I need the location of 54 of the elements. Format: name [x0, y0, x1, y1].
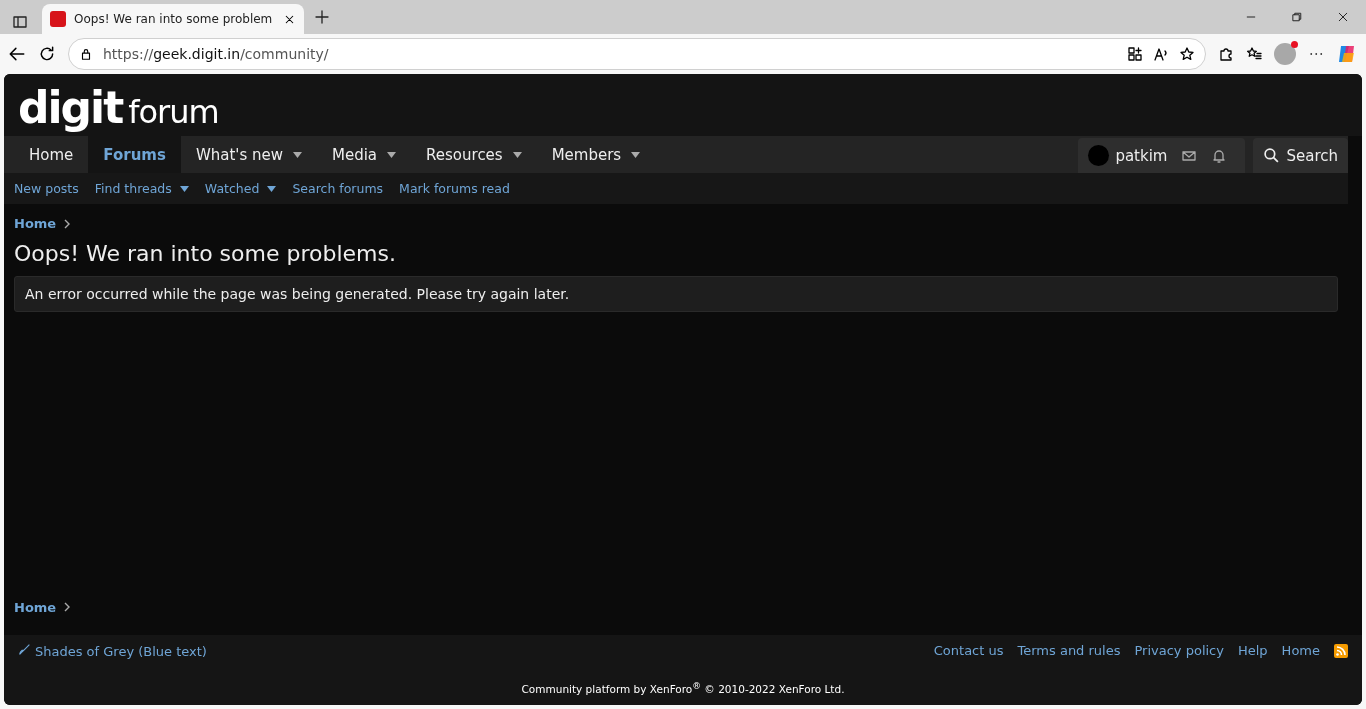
notification-dot	[1291, 41, 1298, 48]
nav-tab[interactable]: Resources	[411, 136, 537, 173]
nav-tab[interactable]: Media	[317, 136, 412, 173]
url-text: https://geek.digit.in/community/	[103, 46, 330, 62]
caret-icon[interactable]	[293, 151, 302, 158]
caret-icon[interactable]	[267, 185, 277, 192]
caret-icon[interactable]	[387, 151, 397, 158]
footer-link[interactable]: Terms and rules	[1017, 643, 1121, 658]
puzzle-icon[interactable]	[1218, 46, 1234, 62]
footer-link[interactable]: Home	[1281, 643, 1320, 658]
caret-icon[interactable]	[512, 151, 522, 158]
sidebar-icon[interactable]	[12, 14, 28, 30]
breadcrumb-link[interactable]: Home	[14, 216, 1338, 231]
subnav-link[interactable]: Search forums	[292, 181, 384, 196]
footer-link[interactable]: Privacy policy	[1134, 643, 1224, 658]
search-button[interactable]: Search	[1253, 138, 1348, 173]
favorites-icon[interactable]	[1246, 46, 1262, 62]
nav-tab[interactable]: Members	[536, 136, 656, 173]
nav-tab[interactable]: Forums	[88, 136, 181, 173]
new-tab-icon[interactable]	[314, 9, 330, 25]
subnav-link[interactable]: Watched	[204, 181, 277, 196]
read-aloud-icon[interactable]	[1153, 46, 1169, 62]
caret-icon[interactable]	[631, 151, 641, 158]
site-logo[interactable]: digitforum	[18, 88, 219, 136]
style-chooser-link[interactable]: Shades of Grey (Blue text)	[18, 642, 207, 659]
lock-icon[interactable]	[79, 47, 93, 61]
footer-link[interactable]: Help	[1237, 643, 1268, 658]
brush-icon	[18, 642, 31, 656]
star-icon[interactable]	[1179, 46, 1195, 62]
nav-tab[interactable]: Home	[14, 136, 89, 173]
profile-avatar[interactable]	[1274, 43, 1296, 65]
error-message: An error occurred while the page was being generated. Please try again later.	[14, 276, 1338, 312]
page-title: Oops! We ran into some problems.	[14, 241, 397, 266]
footer-link[interactable]: Contact us	[933, 643, 1004, 658]
site-favicon	[50, 11, 66, 27]
search-icon[interactable]	[1263, 147, 1281, 164]
chevron-icon	[64, 602, 72, 612]
browser-tab[interactable]: Oops! We ran into some problem	[42, 4, 304, 34]
nav-tab[interactable]: What's new	[180, 136, 317, 173]
subnav-link[interactable]: New posts	[14, 181, 79, 196]
tab-title: Oops! We ran into some problem	[74, 12, 274, 26]
chevron-icon	[64, 218, 72, 229]
back-icon[interactable]	[8, 45, 26, 63]
app-icon[interactable]	[1127, 46, 1143, 62]
restore-icon[interactable]	[1291, 11, 1303, 23]
caret-icon[interactable]	[179, 185, 189, 192]
subnav-link[interactable]: Find threads	[94, 181, 189, 196]
subnav-link[interactable]: Mark forums read	[399, 181, 510, 196]
copyright-text: Community platform by XenForo$^{®}$ © 2010-2022 XenForo Ltd.	[520, 680, 846, 695]
reload-icon[interactable]	[38, 45, 56, 63]
rss-icon[interactable]	[1334, 643, 1348, 658]
address-bar[interactable]: https://geek.digit.in/community/	[68, 38, 1206, 70]
close-icon[interactable]	[1337, 11, 1349, 23]
breadcrumb-link[interactable]: Home	[14, 599, 1338, 615]
